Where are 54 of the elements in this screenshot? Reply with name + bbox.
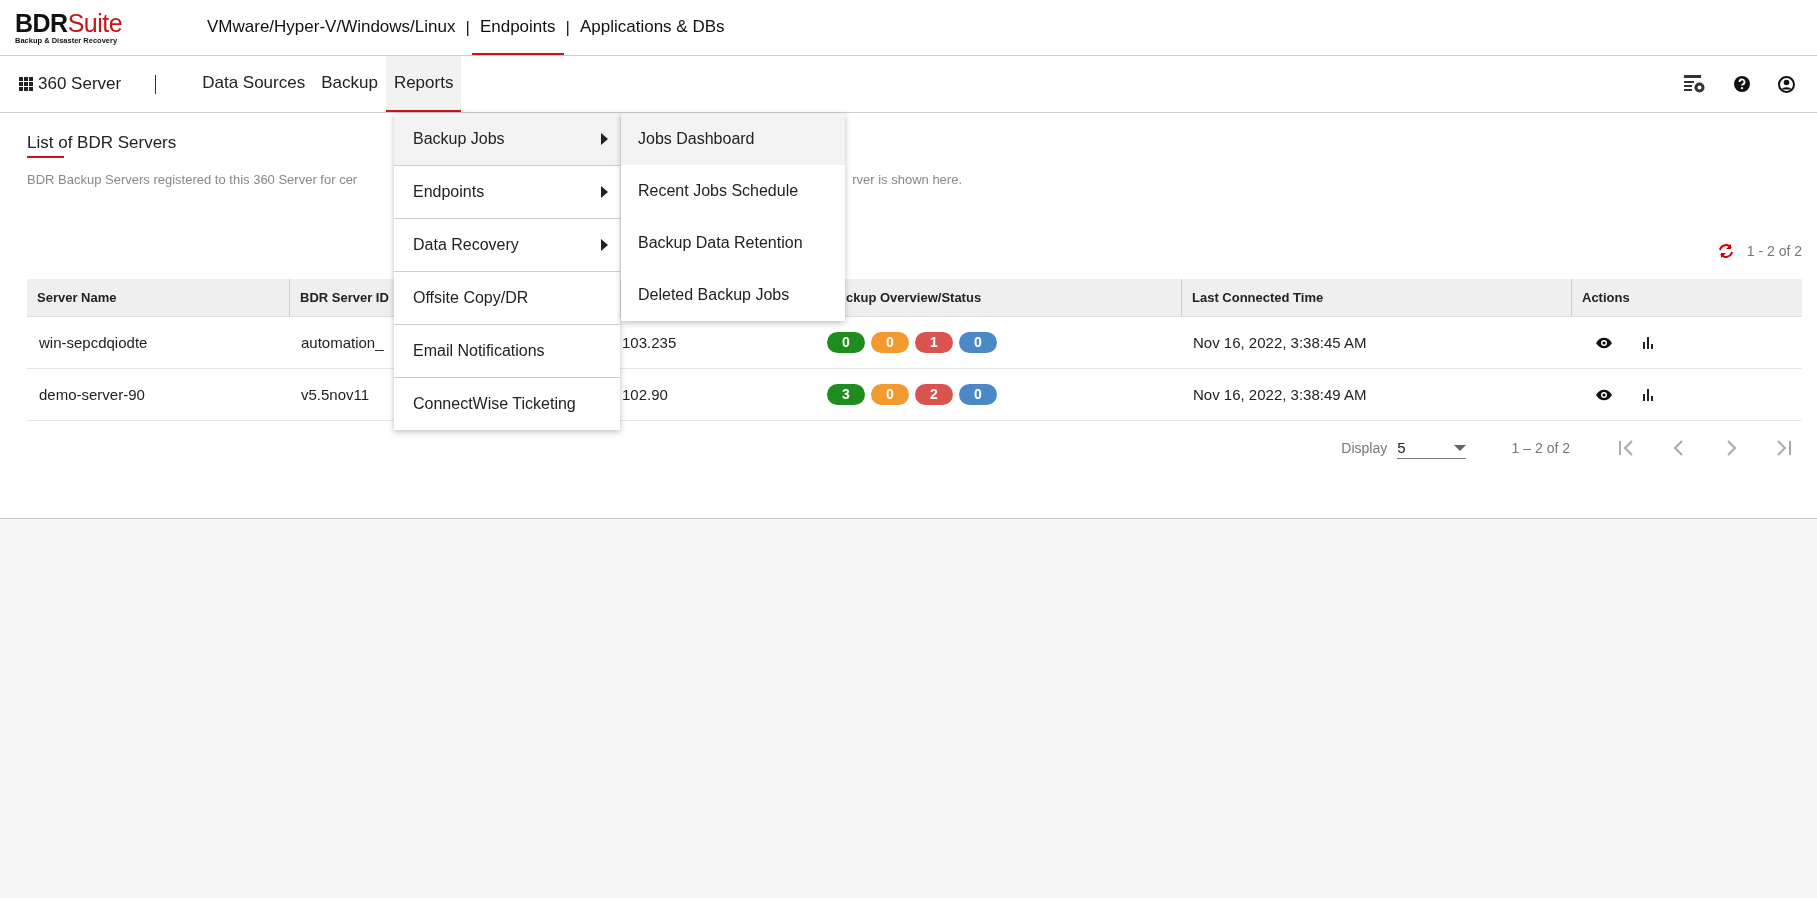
user-account-icon[interactable] bbox=[1778, 75, 1795, 93]
page-title: List of BDR Servers bbox=[27, 133, 177, 153]
status-count: 0 bbox=[959, 384, 997, 405]
status-count: 3 bbox=[827, 384, 865, 405]
menu-item[interactable]: Jobs Dashboard bbox=[621, 113, 845, 165]
eye-icon[interactable] bbox=[1595, 388, 1613, 401]
result-count: 1 - 2 of 2 bbox=[1746, 243, 1802, 259]
status-count: 1 bbox=[915, 332, 953, 353]
nav-tab[interactable]: Reports bbox=[385, 56, 462, 112]
description-text: BDR Backup Servers registered to this 360 Server for cer bbox=[27, 172, 358, 187]
table-cell: demo-server-90 bbox=[39, 386, 145, 403]
bar-chart-icon[interactable] bbox=[1643, 336, 1655, 349]
menu-item[interactable]: Backup Jobs bbox=[394, 113, 620, 166]
table-cell: Nov 16, 2022, 3:38:49 AM bbox=[1193, 386, 1367, 403]
menu-item[interactable]: Deleted Backup Jobs bbox=[621, 269, 845, 321]
table-cell: 103.235 bbox=[622, 334, 677, 351]
status-count: 0 bbox=[871, 332, 909, 353]
bar-chart-icon[interactable] bbox=[1643, 388, 1655, 401]
table-cell: v5.5nov11 bbox=[301, 386, 370, 403]
caret-down-icon bbox=[1453, 444, 1466, 451]
help-icon[interactable] bbox=[1734, 76, 1750, 92]
status-count: 2 bbox=[915, 384, 953, 405]
menu-item[interactable]: Endpoints bbox=[394, 166, 620, 219]
menu-item[interactable]: Offsite Copy/DR bbox=[394, 272, 620, 325]
menu-item[interactable]: Data Recovery bbox=[394, 219, 620, 272]
column-header: Last Connected Time bbox=[1181, 279, 1571, 316]
server-settings-icon[interactable] bbox=[1684, 74, 1706, 94]
eye-icon[interactable] bbox=[1595, 336, 1613, 349]
table-cell: win-sepcdqiodte bbox=[39, 334, 148, 351]
description-text: rver is shown here. bbox=[852, 172, 963, 187]
table-cell: Nov 16, 2022, 3:38:45 AM bbox=[1193, 334, 1367, 351]
menu-item[interactable]: ConnectWise Ticketing bbox=[394, 378, 620, 430]
menu-item[interactable]: Email Notifications bbox=[394, 325, 620, 378]
column-header: Server Name bbox=[36, 289, 118, 307]
menu-item[interactable]: Backup Data Retention bbox=[621, 217, 845, 269]
refresh-icon[interactable] bbox=[1716, 243, 1735, 259]
grid-menu-icon[interactable] bbox=[19, 77, 33, 91]
menu-item[interactable]: Recent Jobs Schedule bbox=[621, 165, 845, 217]
status-count: 0 bbox=[827, 332, 865, 353]
nav-tab[interactable]: Applications & DBs bbox=[571, 0, 733, 55]
table-cell: automation_ bbox=[301, 334, 384, 351]
nav-tab[interactable]: Backup bbox=[313, 56, 386, 112]
display-label: Display bbox=[1341, 440, 1388, 456]
nav-tab[interactable]: Data Sources bbox=[194, 56, 314, 112]
page-range: 1 – 2 of 2 bbox=[1511, 440, 1570, 456]
page-size-select[interactable]: 5 bbox=[1397, 437, 1466, 459]
table-cell: 102.90 bbox=[622, 386, 668, 403]
nav-tab[interactable]: VMware/Hyper-V/Windows/Linux bbox=[199, 0, 464, 55]
separator: | bbox=[464, 16, 471, 39]
status-count: 0 bbox=[959, 332, 997, 353]
column-header: Actions bbox=[1571, 279, 1802, 316]
separator: | bbox=[564, 16, 571, 39]
status-count: 0 bbox=[871, 384, 909, 405]
app-name[interactable]: 360 Server bbox=[38, 74, 122, 94]
